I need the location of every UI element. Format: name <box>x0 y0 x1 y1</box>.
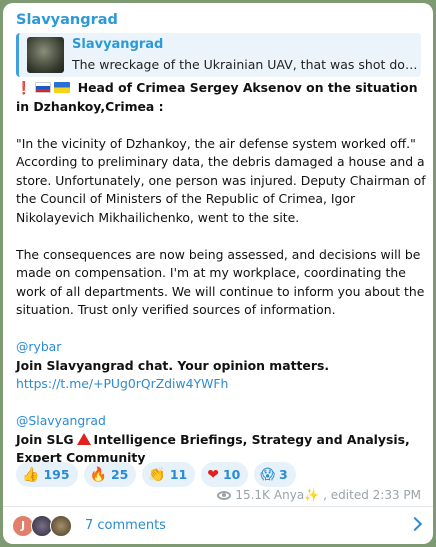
thumbs-up-icon: 👍 <box>22 466 40 483</box>
message-meta: 15.1K Anya✨, edited 2:33 PM <box>217 488 421 502</box>
exclamation-icon: ❗ <box>16 80 32 95</box>
russia-flag-icon <box>35 82 52 93</box>
scream-icon: 😱 <box>260 466 275 483</box>
reply-text: The wreckage of the Ukrainian UAV, that … <box>72 57 420 72</box>
channel-name[interactable]: Slavyangrad <box>16 12 118 28</box>
reaction-fire[interactable]: 🔥 25 <box>83 462 137 487</box>
reply-preview[interactable]: Slavyangrad The wreckage of the Ukrainia… <box>16 33 421 77</box>
reaction-count: 25 <box>110 467 129 482</box>
reactions-row: 👍 195 🔥 25 👏 11 ❤ 10 😱 3 <box>16 462 296 487</box>
comments-label: 7 comments <box>85 518 166 533</box>
chevron-right-icon <box>407 516 423 532</box>
reaction-thumbs-up[interactable]: 👍 195 <box>16 462 78 487</box>
clap-icon: 👏 <box>148 466 166 483</box>
mention-slavyangrad[interactable]: @Slavyangrad <box>16 412 426 431</box>
red-triangle-icon <box>76 432 91 445</box>
reply-title: Slavyangrad <box>72 37 164 52</box>
message-text: ❗ Head of Crimea Sergey Aksenov on the s… <box>16 79 426 468</box>
edited-timestamp: , edited 2:33 PM <box>323 488 421 502</box>
reaction-heart[interactable]: ❤ 10 <box>201 462 249 487</box>
reaction-clap[interactable]: 👏 11 <box>142 462 196 487</box>
headline-line: ❗ Head of Crimea Sergey Aksenov on the s… <box>16 79 426 116</box>
paragraph-1: "In the vicinity of Dzhankoy, the air de… <box>16 135 426 225</box>
avatar <box>50 515 72 537</box>
author-name: Anya <box>273 488 305 502</box>
heart-icon: ❤ <box>207 466 219 483</box>
reaction-scream[interactable]: 😱 3 <box>254 462 296 487</box>
comments-button[interactable]: J 7 comments <box>3 507 433 544</box>
reply-thumbnail <box>27 37 64 73</box>
view-count: 15.1K <box>235 488 270 502</box>
fire-icon: 🔥 <box>89 466 107 483</box>
invite-link[interactable]: https://t.me/+PUg0rQrZdiw4YWFh <box>16 375 426 394</box>
eye-icon <box>217 490 232 500</box>
ukraine-flag-icon <box>54 82 71 93</box>
author-signature: Anya✨ <box>274 488 319 502</box>
reaction-count: 10 <box>222 467 241 482</box>
join-slg-prefix: Join SLG <box>16 431 74 447</box>
reaction-count: 11 <box>169 467 188 482</box>
join-chat-text: Join Slavyangrad chat. Your opinion matt… <box>16 357 330 373</box>
mention-rybar[interactable]: @rybar <box>16 338 426 357</box>
sparkle-icon: ✨ <box>304 488 320 502</box>
headline: Head of Crimea Sergey Aksenov on the sit… <box>16 80 418 114</box>
message-bubble: Slavyangrad Slavyangrad The wreckage of … <box>3 3 433 544</box>
reaction-count: 195 <box>43 467 70 482</box>
join-slg-suffix: Intelligence Briefings, Strategy and Ana… <box>16 431 410 466</box>
reaction-count: 3 <box>278 467 288 482</box>
paragraph-2: The consequences are now being assessed,… <box>16 246 425 318</box>
